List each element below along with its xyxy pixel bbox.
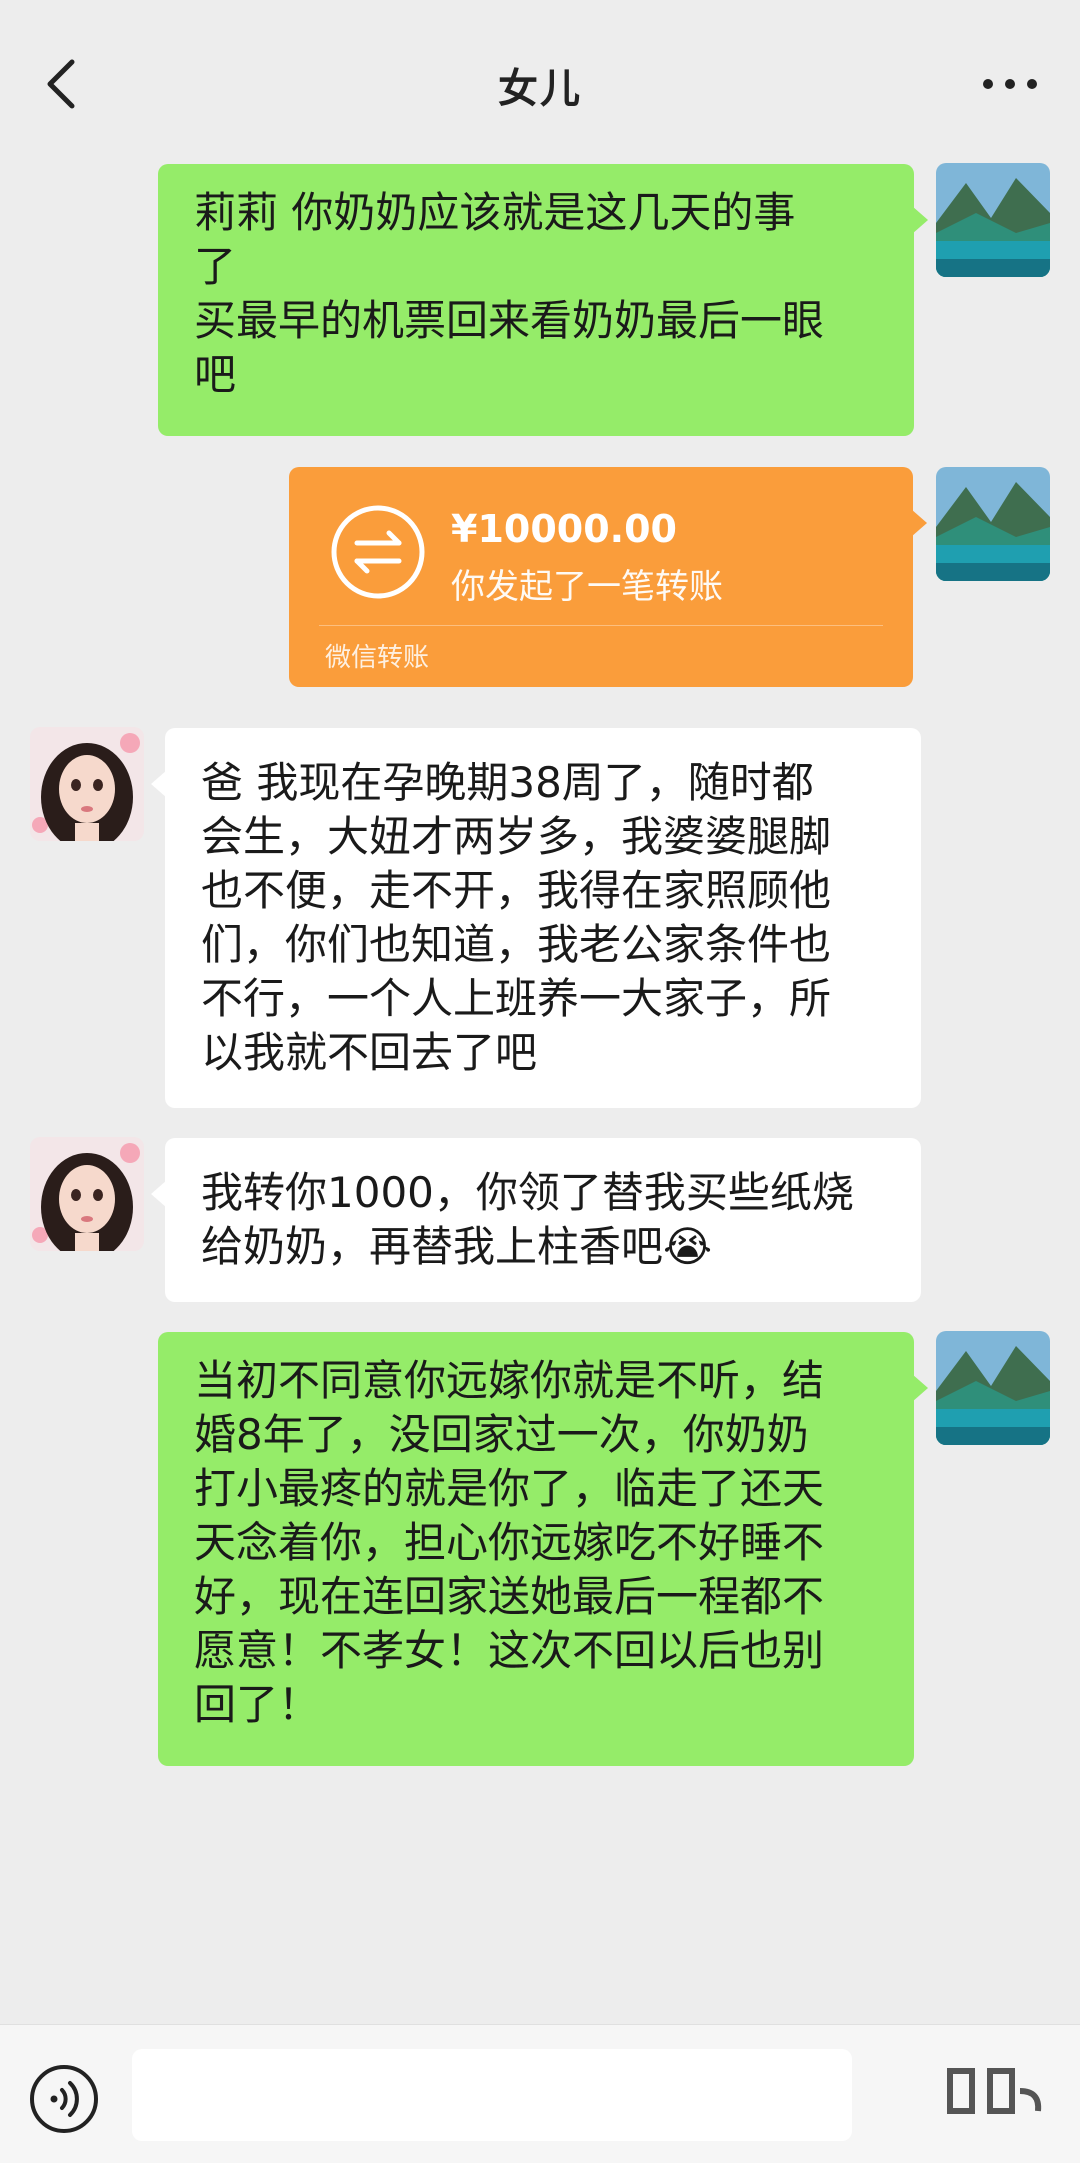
message-line: 天念着你，担心你远嫁吃不好睡不 — [194, 1518, 825, 1567]
transfer-description: 你发起了一笔转账 — [451, 567, 723, 607]
voice-button[interactable] — [28, 2063, 100, 2135]
message-bubble-incoming[interactable]: 爸 我现在孕晚期38周了，随时都 会生，大妞才两岁多，我婆婆腿脚 也不便，走不开… — [151, 728, 921, 1108]
message-input[interactable] — [132, 2049, 852, 2141]
daughter-avatar[interactable] — [30, 1137, 144, 1251]
input-bar — [0, 2024, 1080, 2163]
transfer-arrows-icon — [329, 503, 427, 601]
message-line: 当初不同意你远嫁你就是不听，结 — [194, 1356, 825, 1405]
transfer-divider — [319, 625, 883, 626]
transfer-amount: ¥10000.00 — [451, 507, 677, 551]
daughter-avatar[interactable] — [30, 727, 144, 841]
girl-avatar-image — [30, 1137, 144, 1251]
message-line: 给奶奶，再替我上柱香吧😭 — [201, 1222, 713, 1271]
message-line: 不行，一个人上班养一大家子，所 — [201, 974, 832, 1023]
message-line: 会生，大妞才两岁多，我婆婆腿脚 — [201, 812, 832, 861]
transfer-card[interactable]: ¥10000.00 你发起了一笔转账 微信转账 — [289, 467, 927, 687]
message-line: 我转你1000，你领了替我买些纸烧 — [201, 1168, 854, 1217]
message-line: 买最早的机票回来看奶奶最后一眼 — [194, 296, 825, 345]
message-line: 吧 — [194, 350, 237, 399]
message-line: 以我就不回去了吧 — [201, 1028, 538, 1077]
watermark-logo — [940, 2061, 1050, 2131]
message-bubble-outgoing[interactable]: 当初不同意你远嫁你就是不听，结 婚8年了，没回家过一次，你奶奶 打小最疼的就是你… — [158, 1332, 928, 1766]
chat-header: 女儿 — [0, 0, 1080, 168]
message-line: 回了！ — [194, 1680, 321, 1729]
message-line: 们，你们也知道，我老公家条件也 — [201, 920, 832, 969]
transfer-footer: 微信转账 — [325, 643, 430, 673]
message-line: 愿意！不孝女！这次不回以后也别 — [194, 1626, 825, 1675]
message-line: 也不便，走不开，我得在家照顾他 — [201, 866, 832, 915]
chat-title: 女儿 — [498, 66, 582, 112]
message-line: 爸 我现在孕晚期38周了，随时都 — [201, 758, 814, 807]
girl-avatar-image — [30, 727, 144, 841]
my-avatar[interactable] — [936, 163, 1050, 277]
my-avatar[interactable] — [936, 1331, 1050, 1445]
landscape-avatar-image — [936, 467, 1050, 581]
landscape-avatar-image — [936, 163, 1050, 277]
landscape-avatar-image — [936, 1331, 1050, 1445]
message-bubble-outgoing[interactable]: 莉莉 你奶奶应该就是这几天的事 了 买最早的机票回来看奶奶最后一眼 吧 — [158, 164, 928, 436]
message-bubble-incoming[interactable]: 我转你1000，你领了替我买些纸烧 给奶奶，再替我上柱香吧😭 — [151, 1138, 921, 1302]
my-avatar[interactable] — [936, 467, 1050, 581]
message-line: 莉莉 你奶奶应该就是这几天的事 — [194, 188, 796, 237]
message-line: 了 — [194, 242, 237, 291]
message-line: 好，现在连回家送她最后一程都不 — [194, 1572, 825, 1621]
message-line: 婚8年了，没回家过一次，你奶奶 — [194, 1410, 809, 1459]
voice-icon — [30, 2065, 98, 2133]
message-line: 打小最疼的就是你了，临走了还天 — [194, 1464, 825, 1513]
more-dots-icon — [983, 79, 1037, 89]
more-button[interactable] — [978, 64, 1042, 104]
